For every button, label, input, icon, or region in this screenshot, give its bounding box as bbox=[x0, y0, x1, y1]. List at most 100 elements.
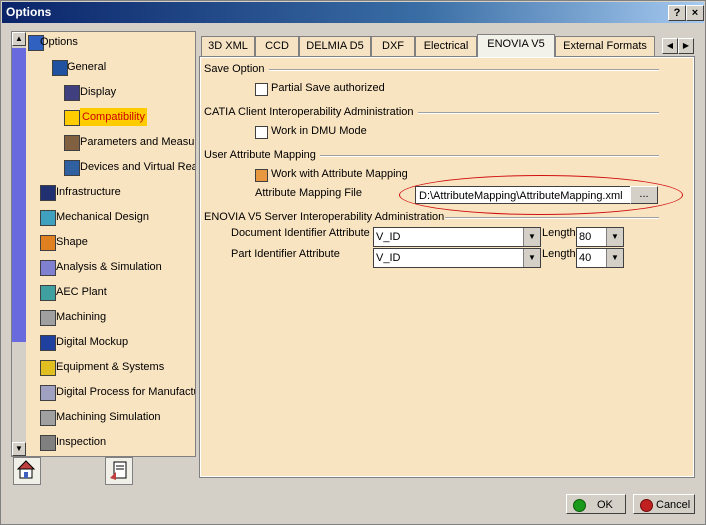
devices-icon bbox=[64, 160, 80, 176]
doc-length-value: 80 bbox=[579, 231, 592, 243]
home-options-icon[interactable] bbox=[13, 457, 41, 485]
cancel-icon bbox=[640, 499, 653, 512]
infrastructure-icon bbox=[40, 185, 56, 201]
tree-item-label: Compatibility bbox=[80, 108, 147, 126]
tab-scroll-right-icon[interactable]: ▶ bbox=[678, 38, 694, 54]
tree-item[interactable]: Mechanical Design bbox=[12, 208, 195, 226]
tree-item-label: Options bbox=[40, 36, 78, 48]
doc-id-label: Document Identifier Attribute bbox=[231, 227, 370, 239]
tree-item-label: Machining bbox=[56, 311, 107, 323]
tree-item-label: Shape bbox=[56, 236, 88, 248]
tree-item[interactable]: Devices and Virtual Reality bbox=[12, 158, 195, 176]
tree-item[interactable]: Analysis & Simulation bbox=[12, 258, 195, 276]
tree-item-label: Mechanical Design bbox=[56, 211, 149, 223]
tree-item[interactable]: Shape bbox=[12, 233, 195, 251]
ok-icon bbox=[573, 499, 586, 512]
tree-item-label: AEC Plant bbox=[56, 286, 107, 298]
tree-item[interactable]: Parameters and Measure bbox=[12, 133, 195, 151]
tree-item[interactable]: Compatibility bbox=[12, 108, 195, 126]
tab-external-formats[interactable]: External Formats bbox=[555, 36, 655, 56]
tab-delmia-d5[interactable]: DELMIA D5 bbox=[299, 36, 371, 56]
divider bbox=[269, 69, 659, 71]
reset-options-icon[interactable] bbox=[105, 457, 133, 485]
work-with-mapping-label: Work with Attribute Mapping bbox=[271, 168, 408, 180]
tree-item[interactable]: Digital Mockup bbox=[12, 333, 195, 351]
highlight-ellipse bbox=[399, 175, 683, 215]
divider bbox=[320, 155, 659, 157]
aec-icon bbox=[40, 285, 56, 301]
doc-length-label: Length bbox=[542, 227, 576, 239]
tree-item[interactable]: Equipment & Systems bbox=[12, 358, 195, 376]
cancel-label: Cancel bbox=[656, 499, 691, 511]
chevron-down-icon[interactable]: ▼ bbox=[523, 249, 540, 267]
chevron-down-icon[interactable]: ▼ bbox=[523, 228, 540, 246]
tree-item[interactable]: Machining Simulation bbox=[12, 408, 195, 426]
ok-button[interactable]: OK bbox=[566, 494, 626, 514]
tree-item-label: Digital Mockup bbox=[56, 336, 129, 348]
tab-3dxml[interactable]: 3D XML bbox=[201, 36, 255, 56]
tree-item-label: Machining Simulation bbox=[56, 411, 161, 423]
user-attr-header: User Attribute Mapping bbox=[204, 149, 316, 161]
tree-item-label: Parameters and Measure bbox=[80, 136, 196, 148]
tree-item[interactable]: General bbox=[12, 58, 195, 76]
catia-client-header: CATIA Client Interoperability Administra… bbox=[204, 106, 414, 118]
close-button[interactable]: × bbox=[686, 5, 704, 21]
chevron-down-icon[interactable]: ▼ bbox=[606, 228, 623, 246]
tree-item-label: Infrastructure bbox=[56, 186, 121, 198]
work-dmu-checkbox[interactable] bbox=[255, 126, 268, 139]
doc-id-select[interactable]: V_ID ▼ bbox=[373, 227, 541, 247]
tab-scroll-left-icon[interactable]: ◀ bbox=[662, 38, 678, 54]
tree-item[interactable]: Inspection bbox=[12, 433, 195, 451]
tree-item[interactable]: AEC Plant bbox=[12, 283, 195, 301]
tree-item[interactable]: Display bbox=[12, 83, 195, 101]
machining-icon bbox=[40, 310, 56, 326]
part-length-value: 40 bbox=[579, 252, 592, 264]
compatibility-icon bbox=[64, 110, 80, 126]
tab-electrical[interactable]: Electrical bbox=[415, 36, 477, 56]
work-dmu-label: Work in DMU Mode bbox=[271, 125, 367, 137]
part-id-value: V_ID bbox=[376, 252, 401, 264]
tab-ccd[interactable]: CCD bbox=[255, 36, 299, 56]
tree-item-label: Digital Process for Manufactu bbox=[56, 386, 196, 398]
window-title: Options bbox=[6, 5, 52, 19]
doc-id-value: V_ID bbox=[376, 231, 401, 243]
tree-item[interactable]: Infrastructure bbox=[12, 183, 195, 201]
tab-strip: 3D XML CCD DELMIA D5 DXF Electrical ENOV… bbox=[199, 34, 699, 57]
tree-item[interactable]: Machining bbox=[12, 308, 195, 326]
tree-item-label: Display bbox=[80, 86, 117, 98]
ok-label: OK bbox=[597, 499, 613, 511]
doc-length-select[interactable]: 80 ▼ bbox=[576, 227, 624, 247]
inspection-icon bbox=[40, 435, 56, 451]
mockup-icon bbox=[40, 335, 56, 351]
shape-icon bbox=[40, 235, 56, 251]
options-dialog: Options ? × ▲ ▼ Options General Display Com… bbox=[0, 0, 706, 525]
general-icon bbox=[52, 60, 68, 76]
part-length-select[interactable]: 40 ▼ bbox=[576, 248, 624, 268]
analysis-icon bbox=[40, 260, 56, 276]
work-with-mapping-checkbox[interactable] bbox=[255, 169, 268, 182]
tree-item-label: Equipment & Systems bbox=[56, 361, 165, 373]
process-icon bbox=[40, 385, 56, 401]
tab-enovia-v5[interactable]: ENOVIA V5 bbox=[477, 34, 555, 57]
part-id-select[interactable]: V_ID ▼ bbox=[373, 248, 541, 268]
chevron-down-icon[interactable]: ▼ bbox=[606, 249, 623, 267]
part-id-label: Part Identifier Attribute bbox=[231, 248, 340, 260]
options-tree: ▲ ▼ Options General Display Compatibility Pa… bbox=[11, 31, 196, 457]
partial-save-label: Partial Save authorized bbox=[271, 82, 385, 94]
help-button[interactable]: ? bbox=[668, 5, 686, 21]
display-icon bbox=[64, 85, 80, 101]
save-option-header: Save Option bbox=[204, 63, 265, 75]
partial-save-checkbox[interactable] bbox=[255, 83, 268, 96]
cancel-button[interactable]: Cancel bbox=[633, 494, 695, 514]
tree-item-label: Inspection bbox=[56, 436, 107, 448]
parameters-icon bbox=[64, 135, 80, 151]
divider bbox=[445, 217, 659, 219]
server-header: ENOVIA V5 Server Interoperability Admini… bbox=[204, 211, 445, 223]
title-bar: Options ? × bbox=[2, 2, 704, 23]
tab-dxf[interactable]: DXF bbox=[371, 36, 415, 56]
equipment-icon bbox=[40, 360, 56, 376]
tree-item[interactable]: Options bbox=[12, 33, 195, 51]
tree-item[interactable]: Digital Process for Manufactu bbox=[12, 383, 195, 401]
mapping-file-label: Attribute Mapping File bbox=[255, 187, 362, 199]
tree-item-label: General bbox=[67, 61, 107, 73]
